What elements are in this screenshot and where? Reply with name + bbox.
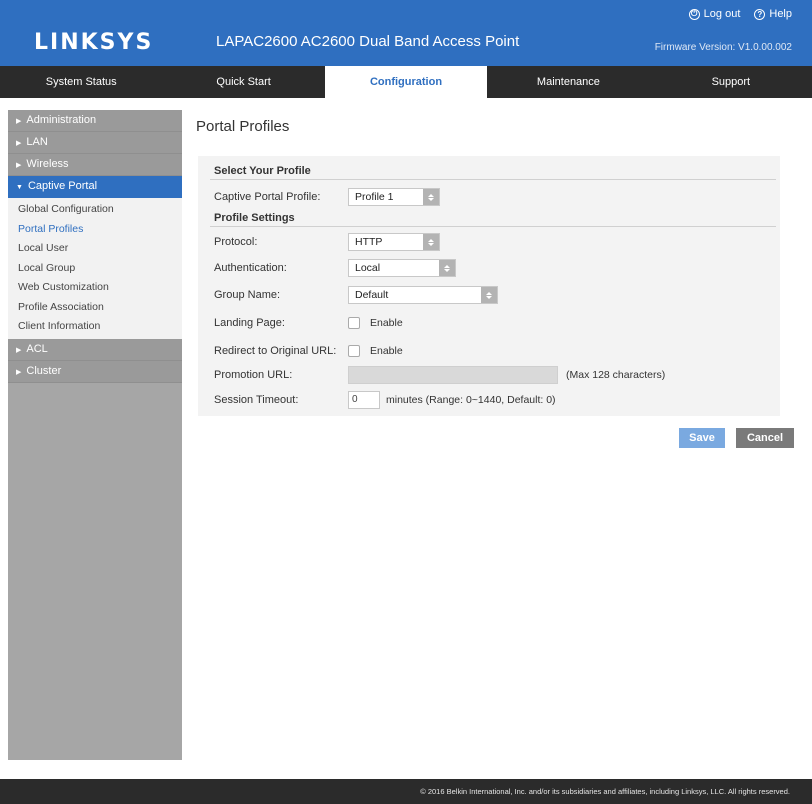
sidebar: ▶ Administration ▶ LAN ▶ Wireless ▼ Captive …: [8, 110, 182, 760]
tab-maintenance[interactable]: Maintenance: [487, 66, 649, 98]
profile-settings-heading: Profile Settings: [214, 212, 295, 224]
profile-form-panel: Select Your Profile Captive Portal Profi…: [198, 156, 780, 416]
footer-copyright: © 2016 Belkin International, Inc. and/or…: [0, 779, 812, 804]
captive-portal-profile-label: Captive Portal Profile:: [214, 191, 321, 203]
promotion-url-label: Promotion URL:: [214, 369, 293, 381]
session-timeout-hint: minutes (Range: 0~1440, Default: 0): [386, 394, 556, 406]
caret-right-icon: ▶: [16, 118, 22, 125]
caret-right-icon: ▶: [16, 346, 22, 354]
caret-right-icon: ▶: [16, 368, 22, 376]
sidebar-item-label: LAN: [26, 136, 48, 148]
redirect-original-url-label: Redirect to Original URL:: [214, 345, 337, 357]
firmware-version: Firmware Version: V1.0.00.002: [654, 42, 792, 53]
sidebar-item-administration[interactable]: ▶ Administration: [8, 110, 182, 132]
select-profile-heading: Select Your Profile: [214, 165, 311, 177]
save-button[interactable]: Save: [679, 428, 725, 448]
sidebar-subitem-global-configuration[interactable]: Global Configuration: [8, 200, 182, 220]
page-title: Portal Profiles: [196, 118, 290, 135]
sidebar-subitem-local-user[interactable]: Local User: [8, 239, 182, 259]
sidebar-item-cluster[interactable]: ▶ Cluster: [8, 360, 182, 383]
sidebar-item-label: Cluster: [26, 364, 62, 377]
landing-page-label: Landing Page:: [214, 317, 285, 329]
question-icon: ?: [754, 8, 766, 20]
header-bar: LINKSYS LAPAC2600 AC2600 Dual Band Acces…: [0, 0, 812, 66]
tab-configuration[interactable]: Configuration: [324, 66, 488, 98]
product-title: LAPAC2600 AC2600 Dual Band Access Point: [216, 33, 520, 50]
sidebar-item-acl[interactable]: ▶ ACL: [8, 338, 182, 361]
promotion-url-input[interactable]: [348, 366, 558, 384]
sidebar-subitem-portal-profiles[interactable]: Portal Profiles: [8, 220, 182, 240]
sidebar-item-captive-portal[interactable]: ▼ Captive Portal: [8, 176, 182, 198]
sidebar-subitem-local-group[interactable]: Local Group: [8, 259, 182, 279]
protocol-label: Protocol:: [214, 236, 258, 248]
power-icon: ⏻: [688, 8, 700, 20]
group-name-label: Group Name:: [214, 289, 281, 301]
sidebar-item-label: Captive Portal: [27, 180, 98, 192]
landing-page-enable-label: Enable: [370, 317, 403, 329]
authentication-select[interactable]: Local: [348, 259, 456, 277]
sidebar-subitem-client-information[interactable]: Client Information: [8, 317, 182, 337]
tab-system-status[interactable]: System Status: [0, 66, 162, 98]
protocol-select[interactable]: HTTP: [348, 233, 440, 251]
captive-portal-submenu: Global Configuration Portal Profiles Loc…: [8, 198, 182, 339]
spinner-icon: [439, 260, 455, 276]
logout-link[interactable]: ⏻ Log out: [688, 8, 741, 20]
caret-right-icon: ▶: [16, 162, 22, 169]
group-name-value: Default: [355, 289, 389, 301]
session-timeout-input[interactable]: 0: [348, 391, 380, 409]
divider: [210, 179, 776, 180]
spinner-icon: [423, 234, 439, 250]
spinner-icon: [423, 189, 439, 205]
help-link[interactable]: ? Help: [754, 8, 792, 20]
protocol-value: HTTP: [355, 236, 383, 248]
caret-right-icon: ▶: [16, 140, 22, 147]
help-label: Help: [769, 8, 792, 20]
divider: [210, 226, 776, 227]
captive-portal-profile-value: Profile 1: [355, 191, 394, 203]
authentication-label: Authentication:: [214, 262, 287, 274]
captive-portal-profile-select[interactable]: Profile 1: [348, 188, 440, 206]
logout-label: Log out: [703, 8, 741, 20]
tab-support[interactable]: Support: [650, 66, 812, 98]
tab-quick-start[interactable]: Quick Start: [162, 66, 324, 98]
landing-page-checkbox[interactable]: [348, 317, 360, 329]
sidebar-item-wireless[interactable]: ▶ Wireless: [8, 154, 182, 176]
caret-down-icon: ▼: [16, 184, 23, 191]
cancel-button[interactable]: Cancel: [736, 428, 794, 448]
authentication-value: Local: [355, 262, 381, 274]
spinner-icon: [481, 287, 497, 303]
main-nav: System Status Quick Start Configuration …: [0, 66, 812, 98]
group-name-select[interactable]: Default: [348, 286, 498, 304]
sidebar-subitem-web-customization[interactable]: Web Customization: [8, 278, 182, 298]
sidebar-item-label: Wireless: [26, 158, 69, 170]
sidebar-item-label: ACL: [26, 342, 48, 355]
redirect-enable-label: Enable: [370, 345, 403, 357]
session-timeout-label: Session Timeout:: [214, 394, 299, 406]
top-links: ⏻ Log out ? Help: [688, 8, 792, 20]
promotion-url-hint: (Max 128 characters): [566, 369, 666, 381]
sidebar-item-label: Administration: [26, 114, 97, 126]
redirect-original-url-checkbox[interactable]: [348, 345, 360, 357]
sidebar-subitem-profile-association[interactable]: Profile Association: [8, 298, 182, 318]
linksys-logo: LINKSYS: [34, 30, 154, 55]
sidebar-item-lan[interactable]: ▶ LAN: [8, 132, 182, 154]
